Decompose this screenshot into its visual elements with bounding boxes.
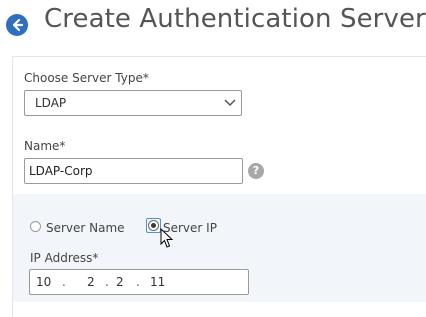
chevron-down-icon bbox=[224, 99, 236, 107]
server-type-select[interactable]: LDAP bbox=[24, 90, 242, 116]
ip-octet-2[interactable]: 2 bbox=[87, 275, 95, 289]
page-title: Create Authentication Server bbox=[44, 4, 426, 34]
page-header: Create Authentication Server bbox=[0, 0, 426, 50]
ip-address-field[interactable]: 10 . 2 . 2 . 11 bbox=[29, 269, 249, 295]
server-name-radio[interactable] bbox=[30, 221, 41, 232]
server-type-value: LDAP bbox=[35, 96, 67, 110]
server-ip-radio[interactable] bbox=[148, 220, 159, 231]
server-type-label: Choose Server Type* bbox=[24, 71, 149, 85]
name-label: Name* bbox=[24, 139, 66, 153]
name-value: LDAP-Corp bbox=[29, 164, 93, 178]
ip-address-label: IP Address* bbox=[30, 251, 99, 265]
question-circle-icon[interactable]: ? bbox=[248, 163, 264, 179]
ip-octet-4[interactable]: 11 bbox=[150, 275, 165, 289]
ip-separator: . bbox=[105, 275, 109, 289]
name-field[interactable]: LDAP-Corp bbox=[24, 158, 243, 184]
arrow-left-circle-icon[interactable] bbox=[6, 14, 28, 36]
mouse-pointer-icon bbox=[160, 228, 174, 248]
server-name-radio-label[interactable]: Server Name bbox=[46, 221, 125, 235]
ip-separator: . bbox=[62, 275, 66, 289]
ip-octet-1[interactable]: 10 bbox=[36, 275, 51, 289]
ip-octet-3[interactable]: 2 bbox=[116, 275, 124, 289]
ip-separator: . bbox=[136, 275, 140, 289]
